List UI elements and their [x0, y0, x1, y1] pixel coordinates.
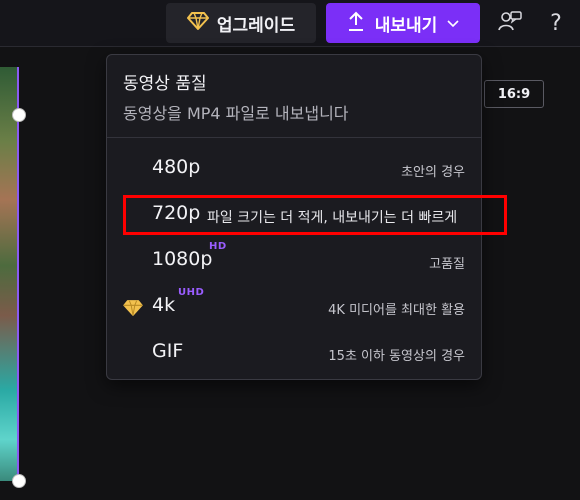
- menu-header: 동영상 품질 동영상을 MP4 파일로 내보냅니다: [123, 69, 465, 124]
- option-label: GIF: [152, 340, 184, 362]
- export-quality-menu: 동영상 품질 동영상을 MP4 파일로 내보냅니다 480p 초안의 경우 72…: [106, 54, 482, 380]
- video-preview-image[interactable]: [0, 67, 19, 481]
- divider: [107, 137, 481, 138]
- quality-option-4k[interactable]: 4k UHD 4K 미디어를 최대한 활용: [107, 287, 481, 331]
- quality-option-720p[interactable]: 720p 파일 크기는 더 적게, 내보내기는 더 빠르게: [107, 195, 481, 239]
- quality-option-1080p[interactable]: 1080p HD 고품질: [107, 241, 481, 285]
- diamond-icon: [186, 11, 209, 36]
- resize-handle-top[interactable]: [12, 108, 26, 122]
- option-description: 파일 크기는 더 적게, 내보내기는 더 빠르게: [207, 210, 458, 226]
- help-button[interactable]: ?: [540, 8, 572, 38]
- upload-arrow-icon: [347, 10, 365, 37]
- uhd-badge: UHD: [178, 287, 205, 298]
- option-description: 고품질: [429, 257, 465, 272]
- option-label: 720p: [152, 202, 201, 224]
- help-icon: ?: [550, 10, 562, 36]
- export-label: 내보내기: [374, 15, 438, 36]
- aspect-ratio-label: 16:9: [497, 86, 531, 102]
- resize-handle-bottom[interactable]: [12, 474, 26, 488]
- option-description: 초안의 경우: [401, 165, 465, 180]
- export-button[interactable]: 내보내기: [326, 3, 480, 43]
- hd-badge: HD: [209, 241, 227, 252]
- quality-option-480p[interactable]: 480p 초안의 경우: [107, 149, 481, 193]
- option-description: 4K 미디어를 최대한 활용: [328, 303, 465, 318]
- feedback-button[interactable]: [494, 8, 526, 38]
- feedback-icon: [498, 10, 522, 36]
- option-label: 4k: [152, 294, 176, 316]
- menu-subtitle: 동영상을 MP4 파일로 내보냅니다: [123, 104, 349, 123]
- menu-title: 동영상 품질: [123, 74, 207, 94]
- premium-diamond-icon: [123, 299, 143, 319]
- option-description: 15초 이하 동영상의 경우: [328, 349, 465, 364]
- quality-option-gif[interactable]: GIF 15초 이하 동영상의 경우: [107, 333, 481, 377]
- top-bar: 업그레이드 내보내기 ?: [0, 0, 580, 47]
- upgrade-label: 업그레이드: [216, 15, 296, 36]
- chevron-down-icon: [447, 13, 459, 33]
- option-label: 1080p: [152, 248, 213, 270]
- aspect-ratio-button[interactable]: 16:9: [484, 80, 544, 108]
- upgrade-button[interactable]: 업그레이드: [166, 3, 316, 43]
- option-label: 480p: [152, 156, 201, 178]
